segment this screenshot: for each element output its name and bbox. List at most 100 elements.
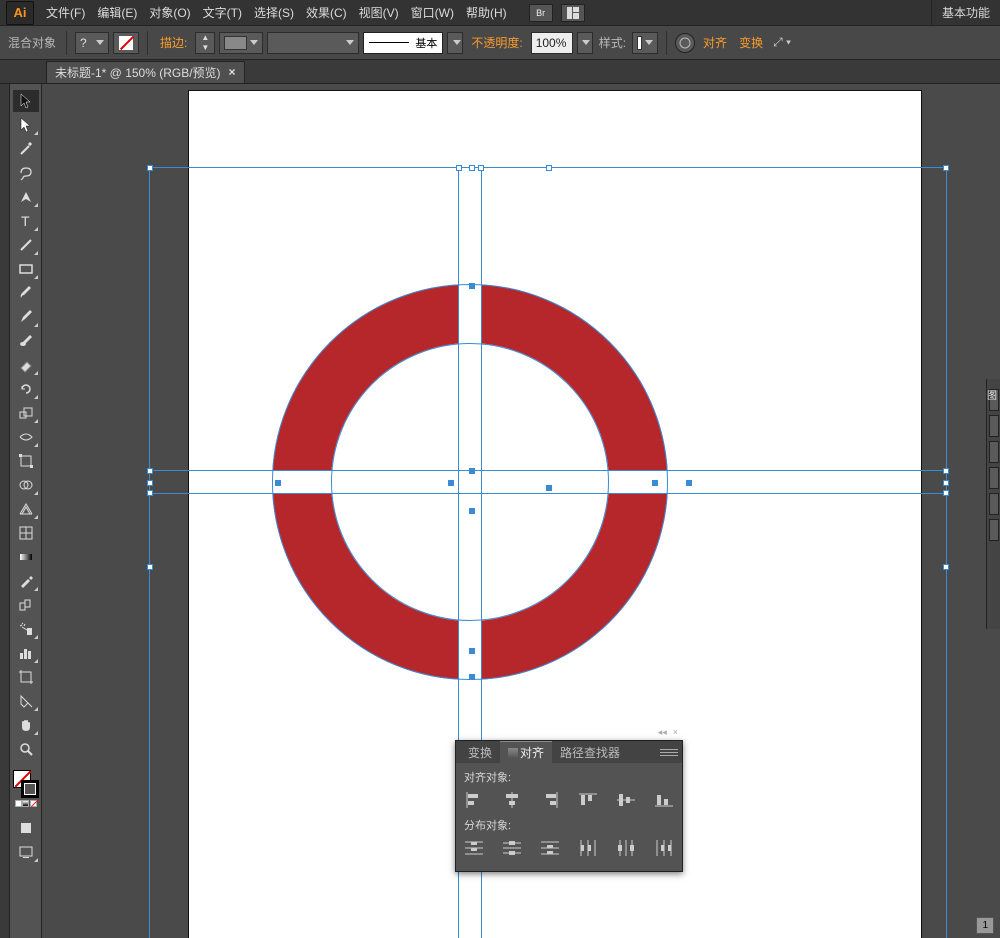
recolor-artwork-icon[interactable] <box>675 33 695 53</box>
document-tab-close[interactable]: × <box>229 65 236 79</box>
arrange-docs-icon[interactable] <box>561 4 585 22</box>
menu-window[interactable]: 窗口(W) <box>405 0 460 25</box>
document-tab[interactable]: 未标题-1* @ 150% (RGB/预览) × <box>46 61 245 83</box>
magic-wand-tool[interactable] <box>13 138 39 160</box>
artboard-nav-badge[interactable]: 1 <box>976 917 994 934</box>
align-right-icon[interactable] <box>540 791 560 809</box>
right-panel-strip: 图 <box>986 379 1000 629</box>
hand-tool[interactable] <box>13 714 39 736</box>
mesh-tool[interactable] <box>13 522 39 544</box>
distribute-bottom-icon[interactable] <box>540 839 560 857</box>
blend-tool[interactable] <box>13 594 39 616</box>
none-swatch-icon <box>119 36 133 50</box>
stroke-weight-stepper[interactable]: ▲ ▼ <box>195 32 215 54</box>
pen-tool[interactable] <box>13 186 39 208</box>
shape-builder-tool[interactable] <box>13 474 39 496</box>
menu-view[interactable]: 视图(V) <box>353 0 405 25</box>
lasso-tool[interactable] <box>13 162 39 184</box>
draw-mode-normal[interactable] <box>13 817 39 839</box>
pencil-tool[interactable] <box>13 306 39 328</box>
distribute-right-icon[interactable] <box>654 839 674 857</box>
blob-brush-tool[interactable] <box>13 330 39 352</box>
fill-color[interactable] <box>113 32 139 54</box>
free-transform-tool[interactable] <box>13 450 39 472</box>
align-left-icon[interactable] <box>464 791 484 809</box>
menu-object[interactable]: 对象(O) <box>143 0 196 25</box>
collapsed-panel-icon-4[interactable] <box>989 467 999 489</box>
align-vcenter-icon[interactable] <box>616 791 636 809</box>
svg-text:T: T <box>21 213 30 229</box>
stroke-weight-input[interactable] <box>219 32 263 54</box>
collapsed-panel-icon-2[interactable] <box>989 415 999 437</box>
menu-file[interactable]: 文件(F) <box>40 0 91 25</box>
collapsed-panel-icon-6[interactable] <box>989 519 999 541</box>
width-tool[interactable] <box>13 426 39 448</box>
align-hcenter-icon[interactable] <box>502 791 522 809</box>
distribute-objects-label: 分布对象: <box>464 817 674 833</box>
fill-swatch[interactable]: ? <box>75 32 109 54</box>
menu-select[interactable]: 选择(S) <box>248 0 300 25</box>
collapsed-panel-icon[interactable]: 图 <box>989 389 999 411</box>
type-tool[interactable]: T <box>13 210 39 232</box>
panel-collapse[interactable]: ◂◂ <box>658 727 667 738</box>
align-link[interactable]: 对齐 <box>699 34 731 51</box>
menu-type[interactable]: 文字(T) <box>197 0 248 25</box>
perspective-grid-tool[interactable] <box>13 498 39 520</box>
collapsed-panel-icon-3[interactable] <box>989 441 999 463</box>
rotate-tool[interactable] <box>13 378 39 400</box>
bridge-icon[interactable]: Br <box>529 4 553 22</box>
direct-selection-tool[interactable] <box>13 114 39 136</box>
selection-tool[interactable] <box>13 90 39 112</box>
style-swatch[interactable] <box>632 32 658 54</box>
panel-tab-align[interactable]: 对齐 <box>500 741 552 763</box>
control-bar-more[interactable]: ⤢ ▾ <box>771 35 793 50</box>
align-bottom-icon[interactable] <box>654 791 674 809</box>
opacity-input[interactable]: 100% <box>531 32 573 54</box>
column-graph-tool[interactable] <box>13 642 39 664</box>
toolbox: T <box>10 84 42 938</box>
workspace-switcher[interactable]: 基本功能 <box>931 0 1000 25</box>
align-panel[interactable]: ◂◂ × 变换 对齐 路径查找器 对齐对象: <box>455 740 683 872</box>
symbol-sprayer-tool[interactable] <box>13 618 39 640</box>
screen-mode-button[interactable] <box>13 841 39 863</box>
color-mode-toggles[interactable] <box>13 800 39 807</box>
menu-effect[interactable]: 效果(C) <box>300 0 353 25</box>
eyedropper-tool[interactable] <box>13 570 39 592</box>
collapsed-panel-icon-5[interactable] <box>989 493 999 515</box>
panel-tab-transform[interactable]: 变换 <box>460 741 500 763</box>
menu-help[interactable]: 帮助(H) <box>460 0 513 25</box>
paintbrush-tool[interactable] <box>13 282 39 304</box>
document-tab-title: 未标题-1* @ 150% (RGB/预览) <box>55 64 221 81</box>
distribute-hcenter-icon[interactable] <box>616 839 636 857</box>
line-segment-tool[interactable] <box>13 234 39 256</box>
document-tab-strip: 未标题-1* @ 150% (RGB/预览) × <box>0 60 1000 84</box>
align-top-icon[interactable] <box>578 791 598 809</box>
transform-link[interactable]: 变换 <box>735 34 767 51</box>
menu-edit[interactable]: 编辑(E) <box>91 0 143 25</box>
stroke-profile[interactable]: 基本 <box>363 32 443 54</box>
stroke-weight-dropdown[interactable] <box>267 32 359 54</box>
eraser-tool[interactable] <box>13 354 39 376</box>
artboard-tool[interactable] <box>13 666 39 688</box>
panel-flyout-menu[interactable] <box>660 745 678 759</box>
scale-tool[interactable] <box>13 402 39 424</box>
stroke-profile-dropdown[interactable] <box>447 32 463 54</box>
distribute-vcenter-icon[interactable] <box>502 839 522 857</box>
align-objects-label: 对齐对象: <box>464 769 674 785</box>
distribute-top-icon[interactable] <box>464 839 484 857</box>
zoom-tool[interactable] <box>13 738 39 760</box>
canvas-area[interactable]: ◂◂ × 变换 对齐 路径查找器 对齐对象: <box>42 84 1000 938</box>
rectangle-tool[interactable] <box>13 258 39 280</box>
app-logo: Ai <box>6 1 34 25</box>
slice-tool[interactable] <box>13 690 39 712</box>
distribute-left-icon[interactable] <box>578 839 598 857</box>
fill-stroke-swatches[interactable] <box>13 770 39 798</box>
menu-bar: Ai 文件(F) 编辑(E) 对象(O) 文字(T) 选择(S) 效果(C) 视… <box>0 0 1000 26</box>
stroke-label: 描边: <box>156 34 191 51</box>
panel-close[interactable]: × <box>673 727 678 738</box>
opacity-label: 不透明度: <box>467 34 526 51</box>
style-label: 样式: <box>597 34 628 51</box>
gradient-tool[interactable] <box>13 546 39 568</box>
opacity-dropdown[interactable] <box>577 32 593 54</box>
panel-tab-pathfinder[interactable]: 路径查找器 <box>552 741 628 763</box>
